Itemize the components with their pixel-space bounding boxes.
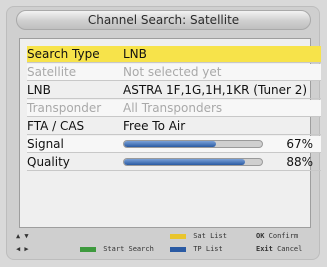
quality-meter-fill — [124, 159, 246, 165]
row-label: Transponder — [27, 101, 102, 115]
sat-list-label: Sat List — [193, 232, 227, 240]
cancel-label: Cancel — [277, 245, 303, 253]
footer-help: ▲ ▼ ◀ ▶ Start Search Sat List TP List OK… — [16, 232, 316, 262]
row-value: Not selected yet — [123, 65, 222, 79]
row-value: LNB — [123, 47, 147, 61]
row-search-type[interactable]: Search Type LNB — [27, 46, 321, 63]
quality-meter — [123, 158, 263, 166]
arrows-up-down-icon: ▲ ▼ — [16, 232, 29, 240]
row-label: Signal — [27, 137, 64, 151]
exit-cancel-hint[interactable]: Exit Cancel — [256, 245, 326, 257]
row-transponder[interactable]: Transponder All Transponders — [27, 100, 321, 117]
start-search-hint[interactable]: Start Search — [80, 245, 172, 257]
tp-list-hint[interactable]: TP List — [170, 245, 250, 257]
nav-left-right: ◀ ▶ — [16, 245, 56, 257]
row-lnb[interactable]: LNB ASTRA 1F,1G,1H,1KR (Tuner 2) — [27, 82, 321, 99]
title-text: Channel Search: Satellite — [87, 13, 240, 27]
ok-key-icon: OK — [256, 232, 265, 240]
row-value: ASTRA 1F,1G,1H,1KR (Tuner 2) — [123, 83, 308, 97]
row-quality: Quality 88% — [27, 154, 321, 171]
blue-key-icon — [170, 246, 186, 252]
row-value: Free To Air — [123, 119, 186, 133]
confirm-label: Confirm — [268, 232, 299, 240]
row-satellite[interactable]: Satellite Not selected yet — [27, 64, 321, 81]
row-label: Search Type — [27, 47, 100, 61]
signal-percent: 67% — [286, 137, 313, 151]
nav-up-down: ▲ ▼ — [16, 232, 56, 244]
row-label: FTA / CAS — [27, 119, 85, 133]
signal-meter-fill — [124, 141, 217, 147]
row-value: All Transponders — [123, 101, 223, 115]
tp-list-label: TP List — [193, 245, 223, 253]
row-label: LNB — [27, 83, 51, 97]
row-label: Quality — [27, 155, 70, 169]
sat-list-hint[interactable]: Sat List — [170, 232, 250, 244]
green-key-icon — [80, 246, 96, 252]
exit-key-icon: Exit — [256, 245, 273, 253]
quality-percent: 88% — [286, 155, 313, 169]
start-search-label: Start Search — [103, 245, 154, 253]
row-label: Satellite — [27, 65, 77, 79]
yellow-key-icon — [170, 233, 186, 239]
arrows-left-right-icon: ◀ ▶ — [16, 245, 29, 253]
row-signal: Signal 67% — [27, 136, 321, 153]
dialog-title: Channel Search: Satellite — [16, 10, 311, 30]
ok-confirm-hint[interactable]: OK Confirm — [256, 232, 326, 244]
row-fta-cas[interactable]: FTA / CAS Free To Air — [27, 118, 321, 135]
signal-meter — [123, 140, 263, 148]
